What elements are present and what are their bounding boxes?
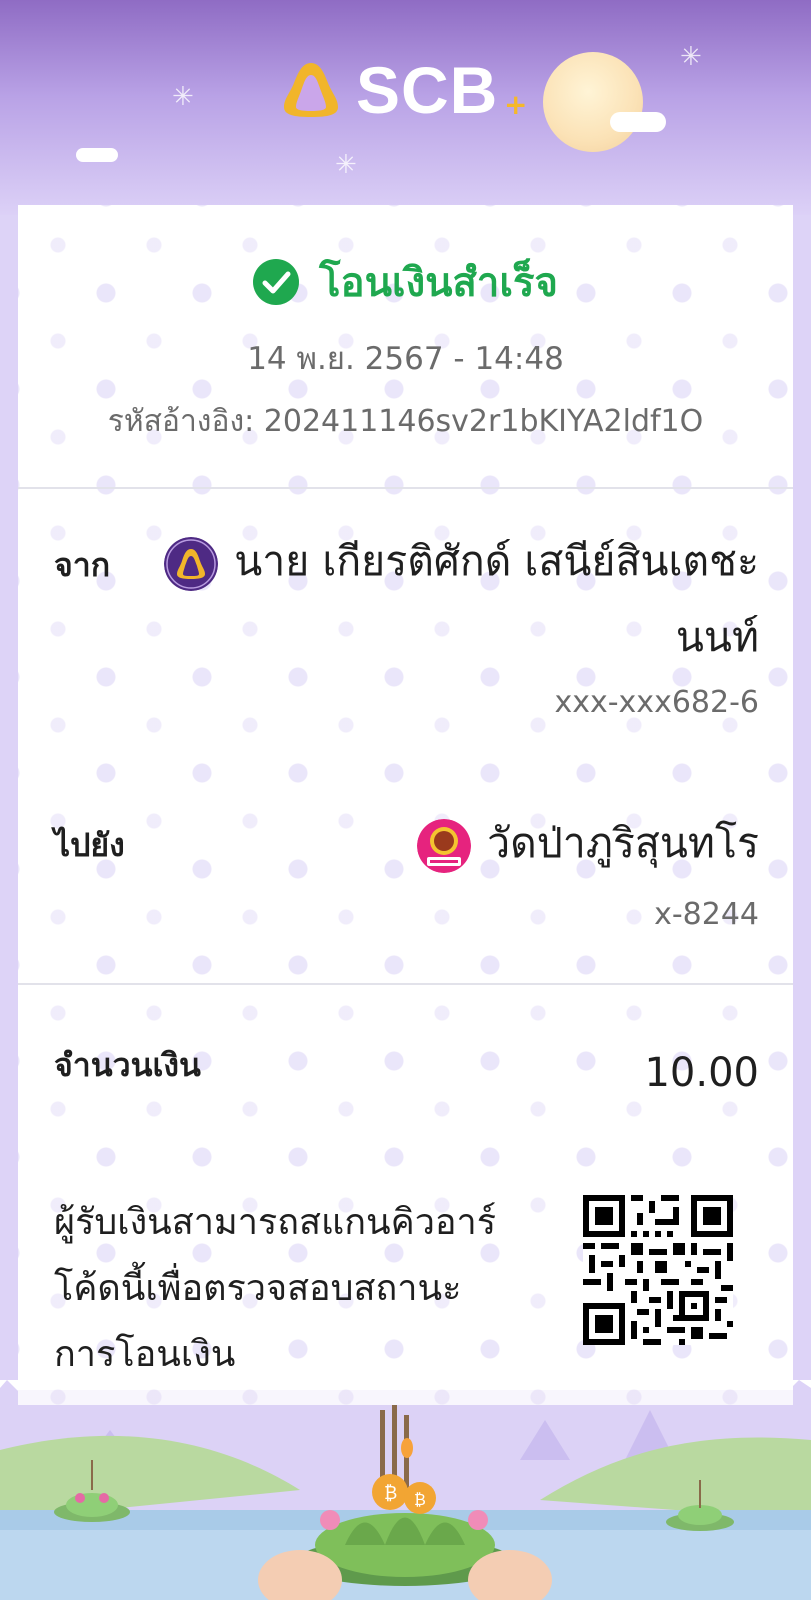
qr-instruction-line1: ผู้รับเงินสามารถสแกนคิวอาร์ (54, 1202, 497, 1243)
divider (18, 487, 793, 489)
sparkle-icon: ✳ (680, 42, 702, 72)
from-name-line2: นนท์ (675, 613, 759, 661)
status-title: โอนเงินสำเร็จ (319, 260, 558, 306)
scb-bell-logo-icon (284, 63, 338, 117)
to-label: ไปยัง (54, 826, 125, 864)
from-name-line1: นาย เกียรติศักด์ เสนีย์สินเตชะ (234, 537, 759, 585)
svg-text:₿: ₿ (414, 1490, 426, 1509)
transfer-slip-card: โอนเงินสำเร็จ 14 พ.ย. 2567 - 14:48 รหัสอ… (18, 205, 793, 1405)
sparkle-icon: ✳ (172, 82, 194, 112)
to-account: x-8244 (654, 897, 759, 932)
loy-krathong-illustration: ₿ ₿ (0, 1380, 811, 1600)
qr-instruction-line3: การโอนเงิน (54, 1334, 236, 1375)
moon-decoration (543, 52, 643, 152)
logo-plus-icon: + (504, 88, 528, 121)
from-name: นาย เกียรติศักด์ เสนีย์สินเตชะ (164, 523, 759, 599)
divider (18, 983, 793, 985)
from-block: นาย เกียรติศักด์ เสนีย์สินเตชะ นนท์ xxx-… (164, 523, 759, 720)
success-check-icon (253, 259, 300, 305)
qr-instruction-line2: โค้ดนี้เพื่อตรวจสอบสถานะ (54, 1268, 462, 1309)
sparkle-icon: ✳ (335, 150, 357, 180)
gsb-bank-icon (417, 819, 472, 873)
brand-name: SCB (356, 53, 499, 127)
cloud-decoration (610, 112, 666, 132)
to-name: วัดป่าภูริสุนทโร (417, 805, 759, 881)
reference-line: รหัสอ้างอิง: 202411146sv2r1bKIYA2ldf1O (18, 398, 793, 445)
svg-text:₿: ₿ (384, 1483, 397, 1504)
qr-code-icon[interactable] (583, 1195, 733, 1345)
from-account: xxx-xxx682-6 (554, 685, 759, 720)
amount-label: จำนวนเงิน (54, 1046, 201, 1084)
slip-header: ✳ ✳ ✳ SCB + (0, 0, 811, 215)
transfer-datetime: 14 พ.ย. 2567 - 14:48 (247, 341, 564, 377)
amount-value: 10.00 (644, 1050, 759, 1096)
scb-bank-icon (164, 537, 219, 591)
cloud-decoration (76, 148, 118, 162)
reference-value: 202411146sv2r1bKIYA2ldf1O (263, 404, 704, 439)
to-name-text: วัดป่าภูริสุนทโร (487, 819, 759, 867)
festival-footer: ₿ ₿ (0, 1380, 811, 1600)
scb-logo: SCB (280, 53, 499, 127)
reference-label: รหัสอ้างอิง: (107, 404, 255, 439)
from-label: จาก (54, 546, 111, 584)
status-row: โอนเงินสำเร็จ (18, 250, 793, 314)
to-block: วัดป่าภูริสุนทโร x-8244 (417, 805, 759, 932)
qr-instruction: ผู้รับเงินสามารถสแกนคิวอาร์ โค้ดนี้เพื่อ… (54, 1190, 534, 1388)
